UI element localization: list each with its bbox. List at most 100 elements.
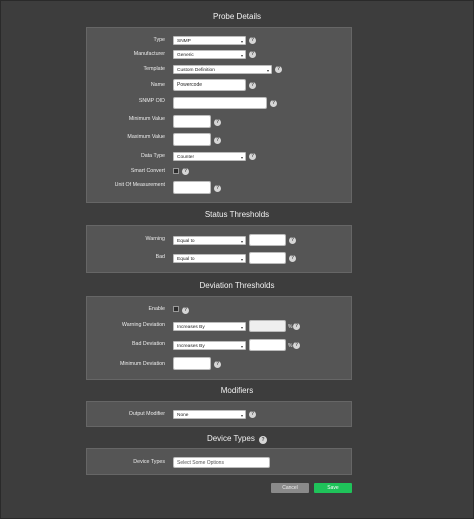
minimum-value-label: Minimum Value [128, 116, 165, 122]
type-select[interactable]: SNMP ▾ [173, 36, 246, 45]
type-row: Type SNMP ▾ ? [87, 36, 353, 50]
help-icon[interactable]: ? [249, 37, 256, 44]
help-icon[interactable]: ? [214, 119, 221, 126]
maximum-value-input[interactable] [173, 133, 211, 146]
smart-convert-label: Smart Convert [130, 168, 165, 174]
minimum-value-row: Minimum Value ? [87, 115, 353, 129]
help-icon[interactable]: ? [259, 436, 268, 444]
warning-deviation-row: Warning Deviation Increases By ▾ % ? [87, 320, 353, 334]
cancel-button[interactable]: Cancel [271, 483, 309, 493]
help-icon[interactable]: ? [249, 153, 256, 160]
device-types-label: Device Types [133, 459, 165, 465]
warning-row: Warning Equal to ▾ ? [87, 234, 353, 248]
minimum-deviation-label: Minimum Deviation [119, 361, 165, 367]
help-icon[interactable]: ? [182, 307, 189, 314]
data-type-label: Data Type [140, 153, 165, 159]
minimum-value-input[interactable] [173, 115, 211, 128]
device-types-row: Device Types Select Some Options [87, 457, 353, 471]
template-row: Template Custom Definition ▾ ? [87, 65, 353, 79]
unit-row: Unit Of Measurement ? [87, 181, 353, 195]
help-icon[interactable]: ? [249, 82, 256, 89]
device-types-multiselect[interactable]: Select Some Options [173, 457, 270, 468]
minimum-deviation-input[interactable] [173, 357, 211, 370]
chevron-down-icon: ▾ [240, 344, 243, 349]
section-title-status-thresholds: Status Thresholds [204, 210, 270, 219]
chevron-down-icon: ▾ [266, 68, 269, 73]
enable-row: Enable ? [87, 305, 353, 319]
snmp-oid-row: SNMP OID ? [87, 97, 353, 111]
warning-label: Warning [145, 236, 165, 242]
data-type-select[interactable]: Counter ▾ [173, 152, 246, 161]
manufacturer-select[interactable]: Generic ▾ [173, 50, 246, 59]
help-icon[interactable]: ? [214, 185, 221, 192]
percent-sign: % [288, 324, 293, 330]
bad-deviation-row: Bad Deviation Increases By ▾ % ? [87, 339, 353, 353]
output-modifier-row: Output Modifier None ▾ ? [87, 410, 353, 424]
chevron-down-icon: ▾ [240, 155, 243, 160]
name-label: Name [150, 82, 165, 88]
help-icon[interactable]: ? [182, 168, 189, 175]
warning-deviation-label: Warning Deviation [121, 322, 165, 328]
output-modifier-select[interactable]: None ▾ [173, 410, 246, 419]
bad-operator-select[interactable]: Equal to ▾ [173, 254, 246, 263]
section-title-deviation-thresholds: Deviation Thresholds [199, 281, 275, 290]
manufacturer-label: Manufacturer [133, 51, 165, 57]
smart-convert-checkbox[interactable] [173, 168, 179, 174]
output-modifier-label: Output Modifier [128, 411, 165, 417]
unit-input[interactable] [173, 181, 211, 194]
help-icon[interactable]: ? [289, 237, 296, 244]
chevron-down-icon: ▾ [240, 239, 243, 244]
snmp-oid-label: SNMP OID [138, 98, 165, 104]
bad-deviation-input[interactable] [249, 339, 286, 351]
type-label: Type [153, 37, 165, 43]
percent-sign: % [288, 343, 293, 349]
warning-operator-select[interactable]: Equal to ▾ [173, 236, 246, 245]
enable-checkbox[interactable] [173, 306, 179, 312]
enable-label: Enable [148, 306, 166, 312]
minimum-deviation-row: Minimum Deviation ? [87, 357, 353, 371]
help-icon[interactable]: ? [214, 137, 221, 144]
warning-deviation-input[interactable] [249, 320, 286, 332]
help-icon[interactable]: ? [275, 66, 282, 73]
chevron-down-icon: ▾ [240, 413, 243, 418]
manufacturer-row: Manufacturer Generic ▾ ? [87, 50, 353, 64]
chevron-down-icon: ▾ [240, 53, 243, 58]
bad-row: Bad Equal to ▾ ? [87, 252, 353, 266]
template-label: Template [143, 66, 166, 72]
save-button[interactable]: Save [314, 483, 352, 493]
help-icon[interactable]: ? [293, 323, 300, 330]
snmp-oid-input[interactable] [173, 97, 267, 109]
bad-deviation-operator-select[interactable]: Increases By ▾ [173, 341, 246, 350]
help-icon[interactable]: ? [293, 342, 300, 349]
warning-deviation-operator-select[interactable]: Increases By ▾ [173, 322, 246, 331]
device-types-panel: Device Types Select Some Options [86, 448, 352, 475]
help-icon[interactable]: ? [249, 411, 256, 418]
name-row: Name Powercode ? [87, 79, 353, 93]
bad-value-input[interactable] [249, 252, 286, 264]
help-icon[interactable]: ? [270, 100, 277, 107]
modifiers-panel: Output Modifier None ▾ ? [86, 401, 352, 427]
deviation-thresholds-panel: Enable ? Warning Deviation Increases By ▾… [86, 296, 352, 380]
help-icon[interactable]: ? [214, 361, 221, 368]
template-select[interactable]: Custom Definition ▾ [173, 65, 272, 74]
section-title-probe-details: Probe Details [212, 12, 262, 21]
status-thresholds-panel: Warning Equal to ▾ ? Bad Equal to ▾ ? [86, 225, 352, 273]
device-types-title: Device Types [206, 434, 255, 443]
smart-convert-row: Smart Convert ? [87, 167, 353, 181]
name-input[interactable]: Powercode [173, 79, 246, 91]
section-title-modifiers: Modifiers [220, 386, 254, 395]
data-type-row: Data Type Counter ▾ ? [87, 152, 353, 166]
maximum-value-row: Maximum Value ? [87, 133, 353, 147]
help-icon[interactable]: ? [249, 51, 256, 58]
section-title-device-types: Device Types ? [0, 434, 474, 444]
help-icon[interactable]: ? [289, 255, 296, 262]
bad-label: Bad [155, 254, 165, 260]
unit-label: Unit Of Measurement [114, 182, 165, 188]
maximum-value-label: Maximum Value [127, 134, 165, 140]
chevron-down-icon: ▾ [240, 325, 243, 330]
probe-details-panel: Type SNMP ▾ ? Manufacturer Generic ▾ ? Tem… [86, 27, 352, 203]
warning-value-input[interactable] [249, 234, 286, 246]
bad-deviation-label: Bad Deviation [132, 341, 165, 347]
chevron-down-icon: ▾ [240, 39, 243, 44]
chevron-down-icon: ▾ [240, 257, 243, 262]
